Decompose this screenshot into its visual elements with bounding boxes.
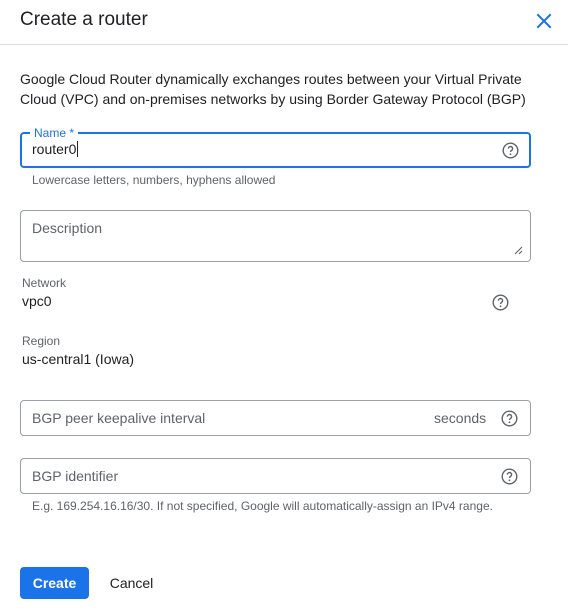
region-value: us-central1 (Iowa) <box>22 351 135 367</box>
name-input[interactable]: router0 <box>32 141 79 157</box>
dialog-header: Create a router <box>0 0 568 45</box>
help-icon[interactable] <box>501 468 518 485</box>
keepalive-suffix: seconds <box>434 410 487 426</box>
resize-handle-icon[interactable] <box>513 245 523 255</box>
name-hint: Lowercase letters, numbers, hyphens allo… <box>32 173 276 187</box>
name-field-label: Name * <box>30 126 79 140</box>
network-value: vpc0 <box>22 293 52 309</box>
keepalive-placeholder: BGP peer keepalive interval <box>32 410 206 426</box>
description-field[interactable]: Description <box>20 210 531 262</box>
text-caret <box>77 141 79 157</box>
help-icon[interactable] <box>492 294 509 311</box>
intro-text: Google Cloud Router dynamically exchange… <box>20 71 526 107</box>
description-placeholder: Description <box>32 220 103 236</box>
name-field[interactable]: Name * router0 <box>20 126 531 168</box>
bgp-identifier-field[interactable]: BGP identifier <box>20 458 531 494</box>
close-button[interactable] <box>532 9 556 33</box>
close-icon <box>536 13 552 29</box>
help-icon[interactable] <box>501 410 518 427</box>
bgp-identifier-placeholder: BGP identifier <box>32 468 119 484</box>
help-icon[interactable] <box>502 142 519 159</box>
create-button[interactable]: Create <box>20 567 89 599</box>
dialog-title: Create a router <box>20 9 148 30</box>
keepalive-field[interactable]: BGP peer keepalive interval seconds <box>20 400 531 436</box>
region-label: Region <box>22 334 61 348</box>
bgp-identifier-hint: E.g. 169.254.16.16/30. If not specified,… <box>32 499 493 513</box>
name-input-value: router0 <box>32 141 77 157</box>
network-label: Network <box>22 276 67 290</box>
cancel-button[interactable]: Cancel <box>99 567 164 599</box>
